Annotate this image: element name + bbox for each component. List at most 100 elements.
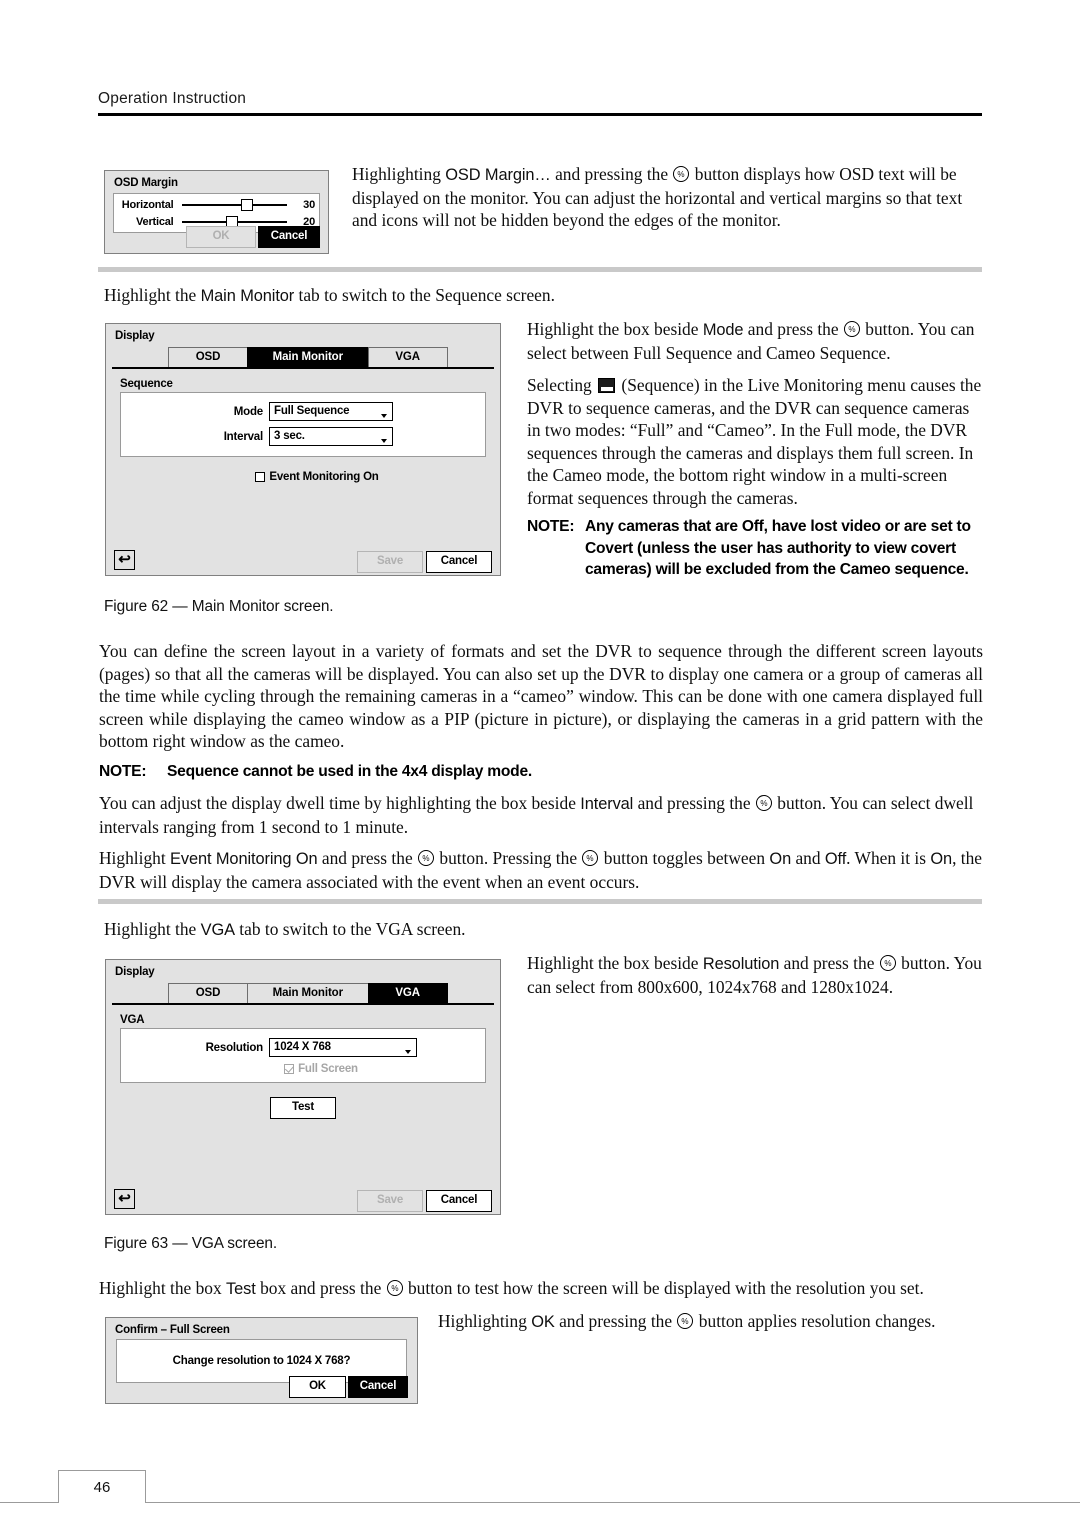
enter-button-icon — [879, 955, 896, 971]
tab-osd[interactable]: OSD — [168, 983, 248, 1003]
enter-button-icon — [386, 1280, 403, 1296]
page-footer: 46 — [0, 1470, 1080, 1510]
osd-margin-horizontal-value: 30 — [303, 199, 315, 211]
resolution-value: 1024 X 768 — [274, 1041, 331, 1053]
tabs-underline — [112, 1003, 494, 1005]
enter-button-icon — [582, 850, 599, 866]
interval-value: 3 sec. — [274, 430, 305, 442]
paragraph-screen-layout: You can define the screen layout in a va… — [99, 641, 983, 752]
resolution-term: Resolution — [702, 955, 780, 973]
vga-tab-text-a: Highlight the — [104, 919, 201, 939]
fullscreen-checkbox[interactable] — [284, 1064, 295, 1074]
display-dialog-footer: ↩ Save Cancel — [106, 547, 500, 575]
mode-value: Full Sequence — [274, 405, 350, 417]
paragraph-mode: Highlight the box beside Mode and press … — [527, 318, 984, 364]
tab-main-monitor[interactable]: Main Monitor — [246, 983, 369, 1003]
section-separator-1 — [98, 267, 982, 272]
event-monitoring-checkbox[interactable] — [255, 472, 266, 482]
main-monitor-tab-text-b: tab to switch to the Sequence screen. — [294, 285, 555, 305]
confirm-dialog-buttons: OK Cancel — [289, 1376, 408, 1398]
confirm-ok-term: OK — [531, 1313, 555, 1331]
resolution-text-b: and press the — [779, 953, 879, 973]
tab-vga[interactable]: VGA — [367, 983, 448, 1003]
save-button[interactable]: Save — [357, 1190, 423, 1212]
sequence-text-a: Selecting — [527, 375, 597, 395]
test-term: Test — [226, 1280, 256, 1298]
figure-62-caption: Figure 62 — Main Monitor screen. — [104, 598, 334, 615]
paragraph-event-monitoring: Highlight Event Monitoring On and press … — [99, 847, 983, 893]
slider-knob[interactable] — [240, 199, 253, 211]
back-arrow-icon[interactable]: ↩ — [114, 550, 135, 570]
event-text-c: button. Pressing the — [435, 848, 582, 868]
figure-63-caption: Figure 63 — VGA screen. — [104, 1235, 278, 1252]
field-row-mode: Mode Full Sequence — [121, 399, 485, 424]
paragraph-interval: You can adjust the display dwell time by… — [99, 792, 983, 838]
mode-text-a: Highlight the box beside — [527, 319, 703, 339]
osd-margin-row-horizontal: Horizontal 30 — [118, 198, 315, 212]
osd-margin-vertical-label: Vertical — [136, 216, 174, 228]
vga-tab-term: VGA — [200, 921, 235, 939]
confirm-dialog-title: Confirm – Full Screen — [115, 1324, 230, 1336]
display-dialog-title: Display — [115, 330, 155, 342]
paragraph-sequence: Selecting (Sequence) in the Live Monitor… — [527, 374, 984, 510]
fullscreen-checkbox-row[interactable]: Full Screen — [121, 1063, 485, 1075]
mode-label: Mode — [233, 405, 263, 418]
main-monitor-tab-text-a: Highlight the — [104, 285, 201, 305]
vga-display-dialog: Display OSD Main Monitor VGA VGA Resolut… — [105, 959, 501, 1215]
osd-margin-cancel-button[interactable]: Cancel — [258, 226, 320, 248]
interval-text-b: and pressing the — [633, 793, 755, 813]
mode-combobox[interactable]: Full Sequence — [269, 402, 393, 421]
field-row-interval: Interval 3 sec. — [121, 424, 485, 449]
interval-combobox[interactable]: 3 sec. — [269, 427, 393, 446]
tab-osd[interactable]: OSD — [168, 347, 248, 367]
test-text-b: box and press the — [255, 1278, 386, 1298]
cancel-button[interactable]: Cancel — [426, 551, 492, 573]
interval-term: Interval — [580, 795, 634, 813]
resolution-text-a: Highlight the box beside — [527, 953, 703, 973]
display-dialog-tabs: OSD Main Monitor VGA — [168, 347, 500, 367]
tab-vga[interactable]: VGA — [367, 347, 448, 367]
event-text-a: Highlight — [99, 848, 171, 868]
paragraph-test: Highlight the box Test box and press the… — [99, 1277, 983, 1301]
vga-dialog-footer: ↩ Save Cancel — [106, 1186, 500, 1214]
horizontal-slider[interactable] — [181, 198, 288, 212]
confirm-cancel-button[interactable]: Cancel — [348, 1376, 408, 1398]
paragraph-main-monitor-tab: Highlight the Main Monitor tab to switch… — [104, 284, 984, 308]
osd-margin-dialog-title: OSD Margin — [114, 177, 178, 189]
header-rule — [98, 113, 982, 116]
enter-button-icon — [677, 1313, 694, 1329]
event-monitoring-term: Event Monitoring On — [170, 850, 318, 868]
osd-margin-text-a: Highlighting — [352, 164, 446, 184]
event-text-d: button toggles between — [599, 848, 770, 868]
save-button[interactable]: Save — [357, 551, 423, 573]
paragraph-confirm-ok: Highlighting OK and pressing the button … — [438, 1310, 986, 1334]
field-row-resolution: Resolution 1024 X 768 — [121, 1035, 485, 1060]
resolution-label: Resolution — [205, 1041, 264, 1054]
event-off-term: Off — [824, 850, 847, 868]
osd-margin-dialog: OSD Margin Horizontal 30 Vertical 20 OK … — [104, 170, 329, 254]
cancel-button[interactable]: Cancel — [426, 1190, 492, 1212]
back-arrow-icon[interactable]: ↩ — [114, 1189, 135, 1209]
paragraph-resolution: Highlight the box beside Resolution and … — [527, 952, 984, 998]
osd-margin-buttons: OK Cancel — [186, 226, 320, 248]
test-button[interactable]: Test — [270, 1097, 336, 1119]
chevron-down-icon — [405, 1050, 411, 1054]
sequence-group-box: Mode Full Sequence Interval 3 sec. — [120, 392, 486, 457]
vga-group-label: VGA — [120, 1014, 145, 1026]
confirm-fullscreen-dialog: Confirm – Full Screen Change resolution … — [105, 1317, 418, 1404]
resolution-combobox[interactable]: 1024 X 768 — [269, 1038, 417, 1057]
test-text-a: Highlight the box — [99, 1278, 227, 1298]
confirm-ok-button[interactable]: OK — [289, 1376, 346, 1398]
osd-margin-ok-button[interactable]: OK — [186, 226, 256, 248]
tab-main-monitor[interactable]: Main Monitor — [246, 347, 369, 367]
chevron-down-icon — [381, 414, 387, 418]
page-number: 46 — [58, 1470, 146, 1503]
mode-term: Mode — [702, 321, 744, 339]
sequence-group-label: Sequence — [120, 378, 173, 390]
enter-button-icon — [673, 166, 690, 182]
interval-label: Interval — [223, 430, 264, 443]
footer-rule — [0, 1502, 1080, 1503]
slider-track — [181, 204, 288, 206]
event-monitoring-checkbox-row[interactable]: Event Monitoring On — [106, 471, 500, 483]
test-button-row: Test — [106, 1097, 500, 1119]
